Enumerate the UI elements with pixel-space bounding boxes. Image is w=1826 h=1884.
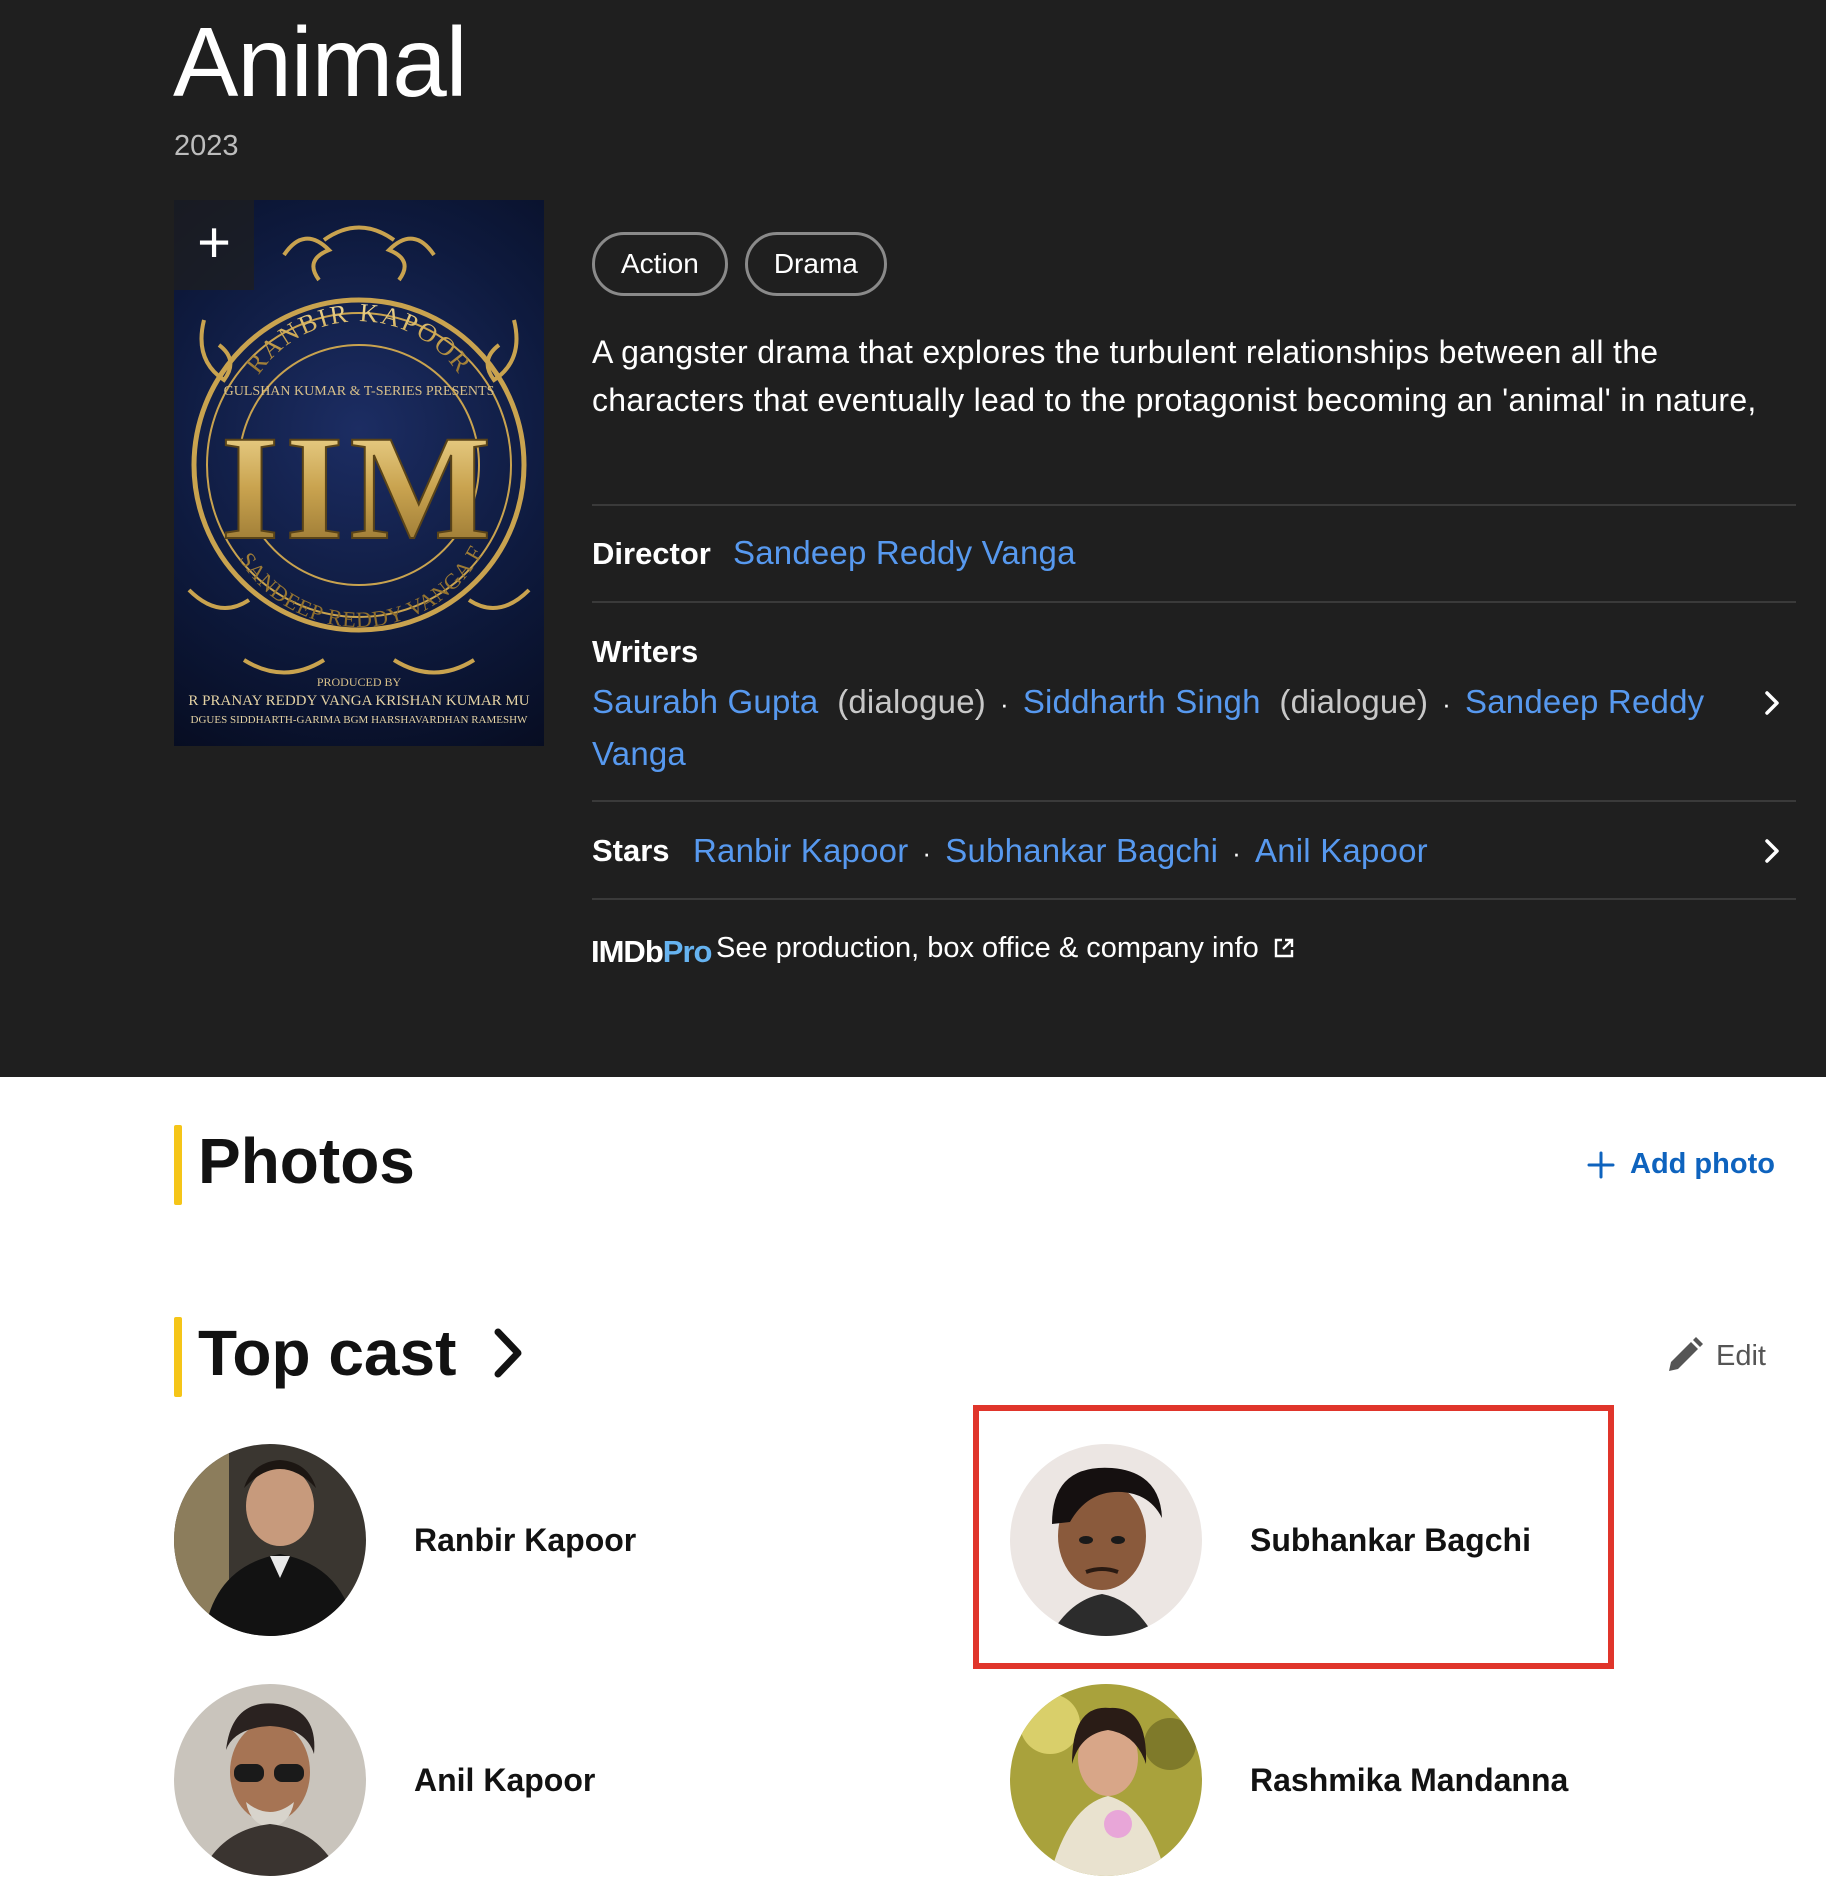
separator-dot: ·: [922, 838, 932, 868]
add-photo-label: Add photo: [1630, 1148, 1775, 1180]
imdbpro-link-text: See production, box office & company inf…: [716, 932, 1259, 964]
writer-link[interactable]: Saurabh Gupta: [592, 683, 818, 720]
poster-big-text: IIM: [221, 405, 497, 571]
cast-name[interactable]: Anil Kapoor: [414, 1762, 595, 1799]
cast-member[interactable]: Anil Kapoor: [174, 1684, 595, 1876]
writer-link[interactable]: Sandeep Reddy: [1465, 683, 1704, 720]
poster-presents-text: GULSHAN KUMAR & T-SERIES PRESENTS: [224, 384, 495, 399]
top-cast-heading: Top cast: [198, 1317, 457, 1389]
separator-dot: ·: [1442, 689, 1452, 719]
cast-member[interactable]: Rashmika Mandanna: [1010, 1684, 1568, 1876]
poster[interactable]: RANBIR KAPOOR THE SANDEEP REDDY VANGA FI…: [174, 200, 544, 746]
plus-icon: [1587, 1151, 1615, 1178]
genre-chip-drama[interactable]: Drama: [744, 232, 887, 296]
top-cast-accent-bar: [174, 1317, 182, 1397]
writers-list: Saurabh Gupta (dialogue) · Siddharth Singh…: [592, 677, 1722, 779]
stars-list: Ranbir Kapoor · Subhankar Bagchi · Anil Kapo…: [693, 826, 1428, 878]
divider: [592, 601, 1796, 603]
stars-chevron-right-icon[interactable]: [1757, 836, 1787, 866]
avatar[interactable]: [174, 1684, 366, 1876]
cast-name[interactable]: Rashmika Mandanna: [1250, 1762, 1568, 1799]
pencil-icon: [1669, 1337, 1703, 1371]
watchlist-add-button[interactable]: +: [174, 200, 254, 290]
svg-text:RANBIR KAPOOR: RANBIR KAPOOR: [240, 298, 478, 379]
edit-cast-button[interactable]: Edit: [1664, 1336, 1766, 1376]
poster-producers-1: R PRANAY REDDY VANGA KRISHAN KUMAR MU: [188, 693, 529, 709]
edit-label: Edit: [1716, 1339, 1766, 1372]
top-cast-heading-link[interactable]: Top cast: [198, 1316, 532, 1390]
external-link-icon: [1274, 938, 1294, 958]
writers-chevron-right-icon[interactable]: [1757, 688, 1787, 718]
chevron-right-icon: [494, 1328, 522, 1378]
writer-note: (dialogue): [837, 683, 986, 720]
plus-icon: +: [197, 210, 231, 275]
director-link[interactable]: Sandeep Reddy Vanga: [733, 528, 1076, 578]
hero-section: Animal 2023 RANBIR KAPOOR SANDEEP REDDY …: [0, 0, 1826, 1077]
add-photo-button[interactable]: Add photo: [1586, 1148, 1775, 1181]
divider: [592, 898, 1796, 900]
divider: [592, 504, 1796, 506]
genre-chip-action[interactable]: Action: [592, 232, 728, 296]
avatar[interactable]: [174, 1444, 366, 1636]
writers-label: Writers: [592, 634, 699, 669]
separator-dot: ·: [1232, 838, 1242, 868]
highlight-box: [973, 1405, 1614, 1669]
star-link[interactable]: Ranbir Kapoor: [693, 832, 908, 869]
star-link[interactable]: Subhankar Bagchi: [945, 832, 1218, 869]
cast-name[interactable]: Ranbir Kapoor: [414, 1522, 636, 1559]
photos-accent-bar: [174, 1125, 182, 1205]
poster-produced-by: PRODUCED BY: [317, 675, 402, 689]
director-label: Director: [592, 536, 711, 571]
separator-dot: ·: [999, 689, 1009, 719]
writer-note: (dialogue): [1279, 683, 1429, 720]
stars-label: Stars: [592, 833, 670, 868]
writer-link-cont[interactable]: Vanga: [592, 735, 686, 772]
photos-heading[interactable]: Photos: [198, 1124, 415, 1198]
release-year[interactable]: 2023: [174, 130, 239, 163]
star-link[interactable]: Anil Kapoor: [1255, 832, 1428, 869]
writer-link[interactable]: Siddharth Singh: [1023, 683, 1261, 720]
genre-chips: Action Drama: [592, 232, 887, 296]
imdbpro-logo[interactable]: IMDbPro: [591, 934, 712, 970]
poster-top-text: RANBIR KAPOOR: [240, 298, 476, 379]
plot-summary: A gangster drama that explores the turbu…: [592, 334, 1757, 418]
poster-producers-2: DGUES SIDDHARTH-GARIMA BGM HARSHAVARDHAN…: [191, 714, 529, 726]
avatar[interactable]: [1010, 1684, 1202, 1876]
divider: [592, 800, 1796, 802]
imdbpro-link[interactable]: See production, box office & company inf…: [716, 932, 1295, 965]
cast-member[interactable]: Ranbir Kapoor: [174, 1444, 636, 1636]
page-title: Animal: [173, 7, 468, 117]
